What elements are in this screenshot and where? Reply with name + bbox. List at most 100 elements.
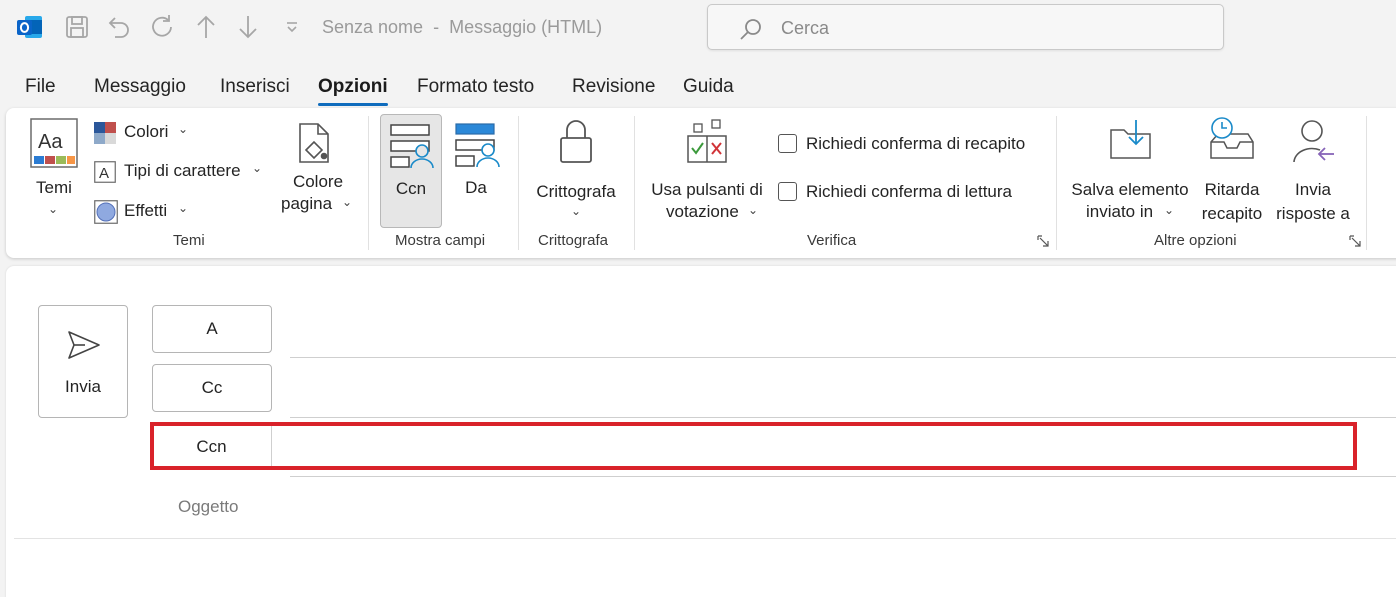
read-receipt-checkbox[interactable]: Richiedi conferma di lettura [776, 180, 1046, 208]
page-color-button[interactable]: Colore pagina ⌄ [278, 118, 358, 222]
from-field-icon [455, 123, 500, 168]
tab-opzioni[interactable]: Opzioni [318, 76, 388, 98]
chevron-down-icon: ⌄ [1164, 203, 1175, 217]
delay-label-2: recapito [1201, 204, 1263, 223]
cc-field-underline [290, 417, 1396, 418]
dialog-launcher-icon[interactable] [1349, 235, 1361, 247]
colors-icon [94, 122, 116, 144]
svg-text:Aa: Aa [38, 131, 63, 153]
colors-label: Colori [124, 122, 169, 141]
group-separator [518, 116, 519, 250]
customize-dropdown-icon[interactable] [282, 12, 302, 42]
colors-button[interactable]: Colori ⌄ [92, 120, 202, 146]
down-arrow-icon[interactable] [234, 12, 262, 42]
chevron-down-icon: ⌄ [571, 204, 582, 218]
page-color-label-2: pagina [281, 194, 333, 213]
save-icon[interactable] [62, 12, 92, 42]
encrypt-label: Crittografa [536, 182, 616, 201]
dialog-launcher-icon[interactable] [1037, 235, 1049, 247]
tab-messaggio[interactable]: Messaggio [94, 76, 186, 98]
effects-button[interactable]: Effetti ⌄ [92, 198, 202, 224]
group-label-mostra-campi: Mostra campi [395, 232, 486, 249]
themes-label: Temi [36, 178, 72, 197]
delay-delivery-icon [1210, 117, 1254, 159]
document-type: Messaggio (HTML) [449, 17, 603, 37]
group-label-altre-opzioni: Altre opzioni [1154, 232, 1237, 249]
voting-buttons-button[interactable]: Usa pulsanti di votazione ⌄ [642, 116, 772, 226]
document-title: Senza nome [322, 17, 424, 37]
save-sent-item-button[interactable]: Salva elemento inviato in ⌄ [1064, 116, 1196, 226]
bcc-button-label: Ccn [395, 179, 427, 198]
search-icon [740, 19, 761, 40]
replies-label-2: risposte a [1276, 204, 1350, 223]
save-sent-folder-icon [1110, 120, 1151, 159]
compose-pane: Invia A Cc Ccn Oggetto [6, 266, 1396, 597]
encrypt-button[interactable]: Crittografa ⌄ [526, 116, 626, 226]
send-icon [68, 331, 100, 359]
lock-icon [560, 120, 592, 163]
delivery-receipt-label: Richiedi conferma di recapito [806, 134, 1026, 153]
chevron-down-icon: ⌄ [178, 201, 189, 215]
effects-label: Effetti [124, 201, 168, 220]
themes-icon: Aa [30, 118, 78, 168]
show-bcc-button[interactable]: Ccn [380, 114, 442, 228]
window-title: Senza nome - Messaggio (HTML) [322, 17, 602, 38]
svg-text:A: A [99, 165, 109, 182]
tab-inserisci[interactable]: Inserisci [220, 76, 290, 98]
chevron-down-icon: ⌄ [748, 203, 759, 217]
tab-file[interactable]: File [25, 76, 56, 98]
search-placeholder: Cerca [781, 18, 830, 38]
direct-replies-button[interactable]: Invia risposte a [1270, 116, 1356, 226]
fonts-button[interactable]: A Tipi di carattere ⌄ [92, 159, 272, 185]
tab-formato-testo[interactable]: Formato testo [417, 76, 534, 98]
themes-button[interactable]: Aa Temi ⌄ [20, 114, 90, 218]
group-label-crittografa: Crittografa [538, 232, 609, 249]
checkbox-box[interactable] [778, 182, 797, 201]
to-button[interactable]: A [152, 305, 272, 353]
effects-icon [94, 200, 118, 224]
save-sent-label-2: inviato in [1086, 202, 1154, 221]
direct-replies-icon [1293, 120, 1334, 163]
delay-label-1: Ritarda [1204, 180, 1260, 199]
ribbon-tabs: File Messaggio Inserisci Opzioni Formato… [0, 68, 1396, 106]
chevron-down-icon: ⌄ [342, 195, 353, 209]
save-sent-label-1: Salva elemento [1071, 180, 1189, 199]
fonts-icon: A [94, 161, 116, 183]
bcc-field-icon [390, 124, 434, 169]
chevron-down-icon: ⌄ [48, 202, 59, 216]
show-from-button[interactable]: Da [446, 114, 506, 228]
send-label: Invia [65, 377, 101, 396]
checkbox-box[interactable] [778, 134, 797, 153]
group-separator [368, 116, 369, 250]
undo-icon[interactable] [104, 12, 134, 42]
cc-field[interactable] [290, 367, 1396, 413]
up-arrow-icon[interactable] [192, 12, 220, 42]
active-tab-indicator [318, 103, 388, 106]
search-input[interactable]: Cerca [707, 4, 1224, 50]
send-button[interactable]: Invia [38, 305, 128, 418]
voting-label-2: votazione [666, 202, 739, 221]
subject-label: Oggetto [178, 497, 239, 516]
group-label-verifica: Verifica [807, 232, 857, 249]
voting-label-1: Usa pulsanti di [651, 180, 763, 199]
group-separator [1056, 116, 1057, 250]
tab-guida[interactable]: Guida [683, 76, 734, 98]
from-button-label: Da [465, 178, 487, 197]
to-field-underline [290, 357, 1396, 358]
group-label-temi: Temi [173, 232, 205, 249]
tab-revisione[interactable]: Revisione [572, 76, 655, 98]
subject-field[interactable] [290, 488, 1396, 532]
group-separator [634, 116, 635, 250]
chevron-down-icon: ⌄ [178, 122, 189, 136]
delivery-receipt-checkbox[interactable]: Richiedi conferma di recapito [776, 132, 1046, 160]
to-field[interactable] [290, 308, 1396, 354]
message-body[interactable] [14, 540, 1396, 597]
page-color-icon [299, 123, 329, 163]
delay-delivery-button[interactable]: Ritarda recapito [1198, 116, 1266, 226]
bcc-highlight-box [150, 422, 1357, 470]
page-color-label-1: Colore [292, 172, 344, 191]
title-bar: Senza nome - Messaggio (HTML) Cerca [0, 0, 1396, 56]
read-receipt-label: Richiedi conferma di lettura [806, 182, 1012, 201]
cc-button[interactable]: Cc [152, 364, 272, 412]
redo-icon[interactable] [148, 12, 178, 42]
